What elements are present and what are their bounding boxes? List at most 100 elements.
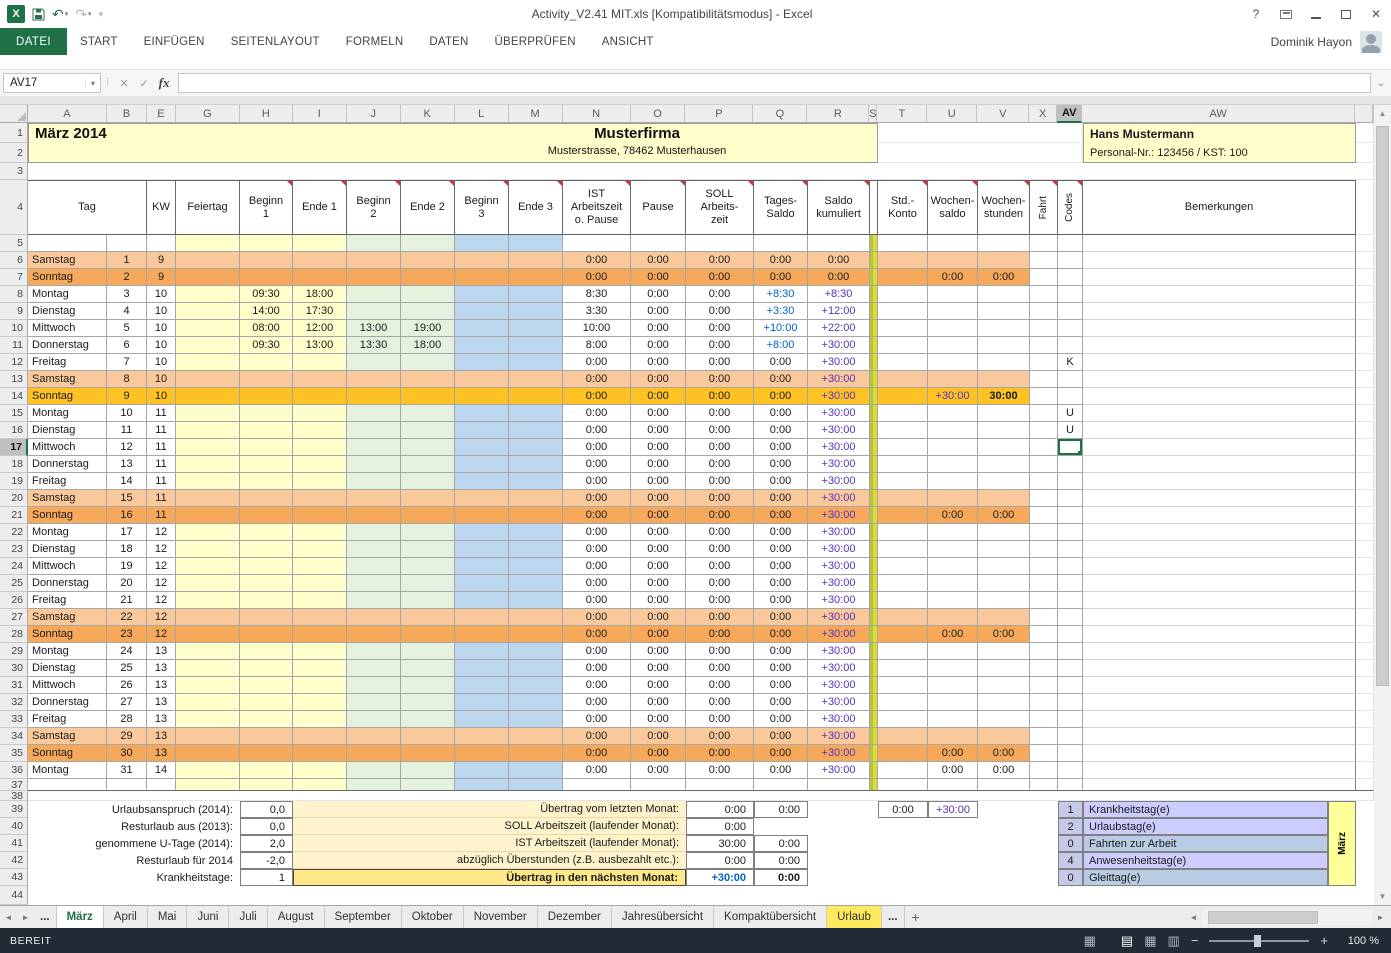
cell-ende2-23[interactable] xyxy=(401,541,455,558)
save-icon[interactable] xyxy=(32,8,45,21)
legend-count-39[interactable]: 1 xyxy=(1058,801,1083,818)
row-header-4[interactable]: 4 xyxy=(0,180,28,235)
sheet-tab-[interactable]: ... xyxy=(882,906,905,928)
row-header-38[interactable]: 38 xyxy=(0,791,28,801)
cell-tagessaldo-33[interactable]: 0:00 xyxy=(754,711,808,728)
cell-fahrt-21[interactable] xyxy=(1030,507,1058,524)
cell-s-12[interactable] xyxy=(870,354,878,371)
zoom-slider-thumb[interactable] xyxy=(1254,935,1261,947)
ribbon-tab-seitenlayout[interactable]: SEITENLAYOUT xyxy=(218,28,333,55)
cell-codes-13[interactable] xyxy=(1058,371,1083,388)
cell-ist-9[interactable]: 3:30 xyxy=(563,303,631,320)
cell-beginn1-8[interactable]: 09:30 xyxy=(240,286,293,303)
cell-ist-21[interactable]: 0:00 xyxy=(563,507,631,524)
cell-tagessaldo-9[interactable]: +3:30 xyxy=(754,303,808,320)
cell-R5[interactable] xyxy=(808,235,870,252)
cell-S5[interactable] xyxy=(870,235,878,252)
cell-fahrt-24[interactable] xyxy=(1030,558,1058,575)
cell-beginn2-18[interactable] xyxy=(347,456,401,473)
table-header-ende1[interactable]: Ende 1 xyxy=(293,180,347,235)
cell-day-name-30[interactable]: Dienstag xyxy=(28,660,107,677)
cell-beginn2-34[interactable] xyxy=(347,728,401,745)
cell-ende2-14[interactable] xyxy=(401,388,455,405)
column-header-U[interactable]: U xyxy=(927,105,977,123)
cell-ende1-15[interactable] xyxy=(293,405,347,422)
column-header-Q[interactable]: Q xyxy=(753,105,807,123)
cell-beginn3-15[interactable] xyxy=(455,405,509,422)
column-header-S[interactable]: S xyxy=(869,105,877,123)
cell-ende1-6[interactable] xyxy=(293,252,347,269)
cell-ende1-25[interactable] xyxy=(293,575,347,592)
cell-kw-16[interactable]: 11 xyxy=(147,422,176,439)
cell-wochensaldo-14[interactable]: +30:00 xyxy=(928,388,978,405)
cell-ende1-33[interactable] xyxy=(293,711,347,728)
cell-kw-11[interactable]: 10 xyxy=(147,337,176,354)
cell-feiertag-33[interactable] xyxy=(176,711,240,728)
cell-ende2-26[interactable] xyxy=(401,592,455,609)
row-header-30[interactable]: 30 xyxy=(0,660,28,677)
cell-beginn3-23[interactable] xyxy=(455,541,509,558)
hscroll-left-icon[interactable]: ◄ xyxy=(1185,913,1202,922)
cell-wochenstunden-11[interactable] xyxy=(978,337,1030,354)
blank[interactable] xyxy=(978,818,1030,835)
cell-ende1-26[interactable] xyxy=(293,592,347,609)
cell-day-name-21[interactable]: Sonntag xyxy=(28,507,107,524)
table-header-feiertag[interactable]: Feiertag xyxy=(176,180,240,235)
cell-N5[interactable] xyxy=(563,235,631,252)
cell-stdkonto-27[interactable] xyxy=(878,609,928,626)
cell-fahrt-25[interactable] xyxy=(1030,575,1058,592)
table-header-tagessaldo[interactable]: Tages- Saldo xyxy=(754,180,808,235)
legend-label-41[interactable]: Fahrten zur Arbeit xyxy=(1083,835,1328,852)
summary-left-value-40[interactable]: 0,0 xyxy=(240,818,293,835)
cell-soll-28[interactable]: 0:00 xyxy=(686,626,754,643)
cell-wochenstunden-7[interactable]: 0:00 xyxy=(978,269,1030,286)
cell-codes-8[interactable] xyxy=(1058,286,1083,303)
summary-mid-value1-39[interactable]: 0:00 xyxy=(686,801,754,818)
cell-tagessaldo-20[interactable]: 0:00 xyxy=(754,490,808,507)
table-header-saldo-kumuliert[interactable]: Saldo kumuliert xyxy=(808,180,870,235)
fill-cell[interactable] xyxy=(1356,728,1374,745)
summary-mid-label-42[interactable]: abzüglich Überstunden (z.B. ausbezahlt e… xyxy=(293,852,686,869)
fill-cell[interactable] xyxy=(1356,852,1374,869)
cell-ende2-34[interactable] xyxy=(401,728,455,745)
sheet-tab-juli[interactable]: Juli xyxy=(229,906,267,928)
fill-cell[interactable] xyxy=(1356,123,1374,143)
cell-codes-9[interactable] xyxy=(1058,303,1083,320)
cell-soll-16[interactable]: 0:00 xyxy=(686,422,754,439)
cell-soll-10[interactable]: 0:00 xyxy=(686,320,754,337)
cell-day-name-26[interactable]: Freitag xyxy=(28,592,107,609)
cell-beginn1-34[interactable] xyxy=(240,728,293,745)
sheet-tab-juni[interactable]: Juni xyxy=(187,906,229,928)
cell-AW37[interactable] xyxy=(1083,779,1356,791)
cell-soll-6[interactable]: 0:00 xyxy=(686,252,754,269)
cell-kw-32[interactable]: 13 xyxy=(147,694,176,711)
cell-fahrt-23[interactable] xyxy=(1030,541,1058,558)
row-header-23[interactable]: 23 xyxy=(0,541,28,558)
cell-bemerkungen-12[interactable] xyxy=(1083,354,1356,371)
cell-saldo-21[interactable]: +30:00 xyxy=(808,507,870,524)
cell-s-31[interactable] xyxy=(870,677,878,694)
cell-ende3-31[interactable] xyxy=(509,677,563,694)
cell-pause-24[interactable]: 0:00 xyxy=(631,558,686,575)
cell-bemerkungen-34[interactable] xyxy=(1083,728,1356,745)
cell-ist-32[interactable]: 0:00 xyxy=(563,694,631,711)
fill-cell[interactable] xyxy=(1356,405,1374,422)
cell-stdkonto-31[interactable] xyxy=(878,677,928,694)
cell-beginn1-36[interactable] xyxy=(240,762,293,779)
fill-cell[interactable] xyxy=(1356,660,1374,677)
cell-stdkonto-28[interactable] xyxy=(878,626,928,643)
cell-kw-20[interactable]: 11 xyxy=(147,490,176,507)
cell-ist-31[interactable]: 0:00 xyxy=(563,677,631,694)
cell-day-number-9[interactable]: 4 xyxy=(107,303,147,320)
cell-beginn3-10[interactable] xyxy=(455,320,509,337)
summary-mid-value1-42[interactable]: 0:00 xyxy=(686,852,754,869)
cell-pause-13[interactable]: 0:00 xyxy=(631,371,686,388)
blank[interactable] xyxy=(978,835,1030,852)
ribbon-tab-start[interactable]: START xyxy=(67,28,131,55)
cell-soll-24[interactable]: 0:00 xyxy=(686,558,754,575)
cell-wochenstunden-25[interactable] xyxy=(978,575,1030,592)
summary-mid-value2-41[interactable]: 0:00 xyxy=(754,835,808,852)
horizontal-scroll-track[interactable] xyxy=(1202,910,1372,925)
cell-wochensaldo-24[interactable] xyxy=(928,558,978,575)
cell-wochenstunden-17[interactable] xyxy=(978,439,1030,456)
